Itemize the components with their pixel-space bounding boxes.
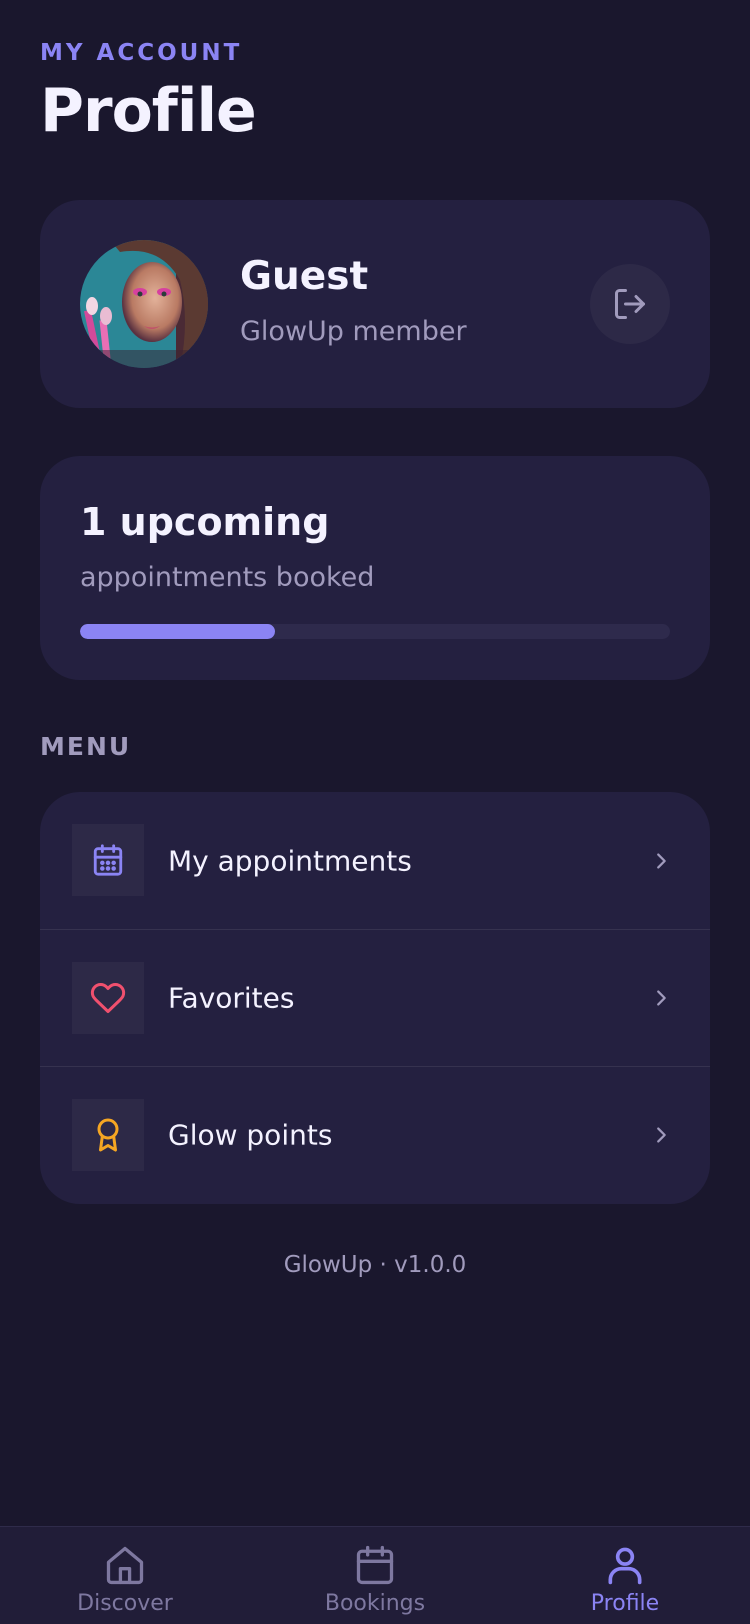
logout-icon: [615, 289, 645, 319]
page-title: Profile: [40, 76, 257, 146]
appointments-summary-card: 1 upcoming appointments booked: [40, 456, 710, 680]
chevron-right-icon: [650, 1124, 672, 1146]
calendar-icon: [353, 1543, 397, 1587]
chevron-right-icon: [650, 850, 672, 872]
tab-label: Profile: [590, 1591, 660, 1616]
user-membership: GlowUp member: [240, 316, 467, 347]
menu-item-glow-points[interactable]: Glow points: [40, 1066, 710, 1203]
menu-item-label: Favorites: [168, 981, 295, 1015]
bottom-tab-bar: Discover Bookings Profile: [0, 1526, 750, 1624]
award-icon: [97, 1118, 119, 1152]
menu-section-label: MENU: [40, 732, 132, 761]
progress-bar: [80, 624, 670, 639]
user-name: Guest: [240, 254, 369, 299]
app-version: GlowUp · v1.0.0: [283, 1252, 467, 1278]
user-icon: [603, 1543, 647, 1587]
page-eyebrow: MY ACCOUNT: [40, 40, 243, 66]
menu-item-my-appointments[interactable]: My appointments: [40, 792, 710, 929]
logout-button[interactable]: [590, 264, 670, 344]
home-icon: [103, 1543, 147, 1587]
tab-label: Bookings: [324, 1591, 426, 1616]
upcoming-count: 1 upcoming: [80, 500, 330, 544]
menu-card: My appointments Favorites Glow points: [40, 792, 710, 1204]
heart-icon: [90, 982, 126, 1013]
tab-profile[interactable]: Profile: [500, 1527, 750, 1624]
upcoming-caption: appointments booked: [80, 562, 375, 593]
chevron-right-icon: [650, 987, 672, 1009]
calendar-icon: [93, 844, 123, 876]
tab-label: Discover: [77, 1591, 173, 1616]
progress-fill: [80, 624, 275, 639]
menu-item-label: My appointments: [168, 844, 412, 877]
avatar: [80, 240, 208, 368]
tab-discover[interactable]: Discover: [0, 1527, 250, 1624]
profile-card: Guest GlowUp member: [40, 200, 710, 408]
menu-item-favorites[interactable]: Favorites: [40, 929, 710, 1066]
page-header: MY ACCOUNT Profile: [40, 40, 257, 146]
menu-item-label: Glow points: [168, 1118, 333, 1152]
tab-bookings[interactable]: Bookings: [250, 1527, 500, 1624]
